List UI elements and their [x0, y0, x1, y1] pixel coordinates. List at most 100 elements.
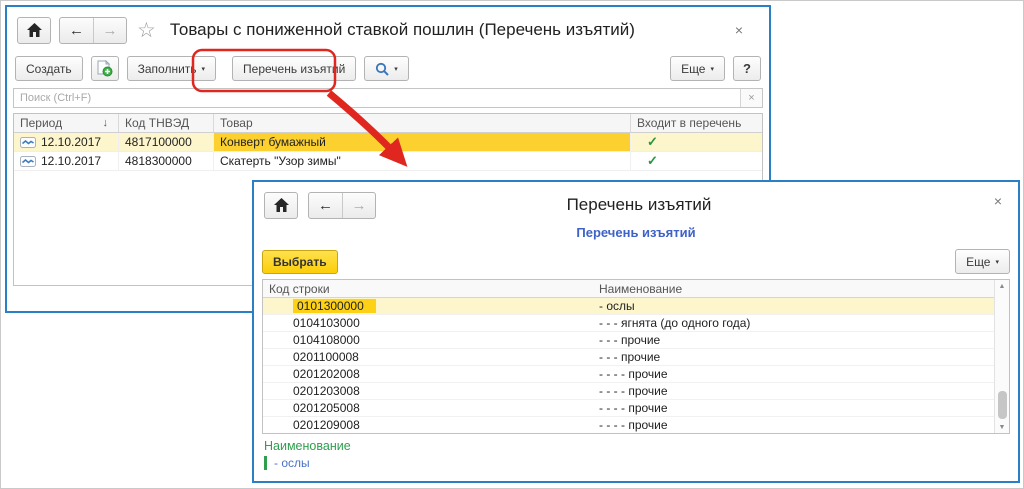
exemptions-table-body: 0101300000 - ослы 0104103000 - - - ягнят… [263, 298, 1009, 434]
create-button[interactable]: Создать [15, 56, 83, 81]
window2-close-icon[interactable]: × [994, 194, 1002, 208]
column-header-rowcode[interactable]: Код строки [263, 280, 593, 297]
help-icon: ? [743, 61, 751, 76]
product-cell-active: Конверт бумажный [214, 133, 631, 151]
rowcode-value: 0201202008 [293, 367, 360, 381]
rowcode-cell: 0201202008 [263, 367, 593, 381]
column-header-product[interactable]: Товар [214, 114, 631, 132]
document-plus-icon [96, 60, 113, 77]
period-cell: 12.10.2017 [14, 133, 119, 151]
list-item[interactable]: 0101300000 - ослы [263, 298, 1009, 315]
name-value: - - - - прочие [599, 401, 668, 415]
product-value: Скатерть "Узор зимы" [220, 154, 341, 168]
product-cell: Скатерть "Узор зимы" [214, 152, 631, 170]
scrollbar-thumb[interactable] [998, 391, 1007, 419]
rowcode-value: 0201100008 [293, 350, 359, 364]
forward-button[interactable]: → [342, 193, 375, 218]
window2-title: Перечень изъятий [390, 195, 888, 215]
rowcode-value: 0104108000 [293, 333, 360, 347]
rowcode-cell: 0201100008 [263, 350, 593, 364]
scroll-up-icon[interactable]: ▲ [999, 280, 1006, 292]
more-button[interactable]: Еще ▾ [955, 249, 1010, 274]
help-button[interactable]: ? [733, 56, 761, 81]
name-value: - - - - прочие [599, 384, 668, 398]
list-item[interactable]: 0201205008 - - - - прочие [263, 400, 1009, 417]
footer-value-row: - ослы [264, 456, 1008, 470]
select-button[interactable]: Выбрать [262, 250, 338, 274]
table-row[interactable]: 12.10.2017 4817100000 Конверт бумажный ✓ [14, 133, 762, 152]
more-button-label: Еще [681, 62, 705, 76]
list-subtitle: Перечень изъятий [254, 225, 1018, 240]
column-header-name[interactable]: Наименование [593, 280, 993, 297]
rowcode-value: 0101300000 [293, 299, 376, 313]
window1-close-icon[interactable]: × [735, 23, 743, 37]
list-item[interactable]: 0104103000 - - - ягнята (до одного года) [263, 315, 1009, 332]
column-header-period[interactable]: Период ↓ [14, 114, 119, 132]
register-record-icon [20, 156, 36, 167]
chevron-down-icon: ▾ [202, 65, 206, 73]
home-icon [27, 23, 42, 37]
name-value: - ослы [599, 299, 635, 313]
rowcode-value: 0104103000 [293, 316, 360, 330]
name-value: - - - ягнята (до одного года) [599, 316, 750, 330]
list-item[interactable]: 0201209008 - - - - прочие [263, 417, 1009, 434]
vertical-scrollbar[interactable]: ▲ ▼ [994, 280, 1009, 433]
search-input[interactable] [14, 89, 740, 107]
column-header-label: Входит в перечень [637, 116, 741, 130]
check-icon: ✓ [637, 134, 658, 150]
tnved-value: 4818300000 [125, 154, 192, 168]
rowcode-value: 0201209008 [293, 418, 360, 432]
scroll-down-icon[interactable]: ▼ [999, 421, 1006, 433]
list-item[interactable]: 0201202008 - - - - прочие [263, 366, 1009, 383]
exemptions-table-header: Код строки Наименование [263, 280, 1009, 298]
home-button[interactable] [17, 17, 51, 44]
window1-toolbar: Создать Заполнить▾ Перечень изъятий ▾ [7, 56, 769, 81]
chevron-down-icon: ▾ [995, 258, 999, 266]
name-cell: - - - - прочие [593, 367, 993, 381]
period-value: 12.10.2017 [41, 154, 101, 168]
search-menu-button[interactable]: ▾ [364, 56, 409, 81]
back-button[interactable]: ← [60, 18, 93, 43]
favorite-star-icon[interactable]: ☆ [137, 20, 156, 41]
name-value: - - - - прочие [599, 367, 668, 381]
sort-desc-icon: ↓ [103, 117, 113, 129]
forward-button[interactable]: → [93, 18, 126, 43]
column-header-label: Период [20, 116, 62, 130]
column-header-label: Наименование [599, 282, 682, 296]
footer-field-label: Наименование [264, 439, 1008, 453]
name-cell: - - - ягнята (до одного года) [593, 316, 993, 330]
home-icon [274, 198, 289, 212]
column-header-tnved[interactable]: Код ТНВЭД [119, 114, 214, 132]
name-value: - - - прочие [599, 333, 660, 347]
search-clear-icon[interactable]: × [740, 89, 762, 107]
included-cell: ✓ [631, 152, 762, 170]
window1-title: Товары с пониженной ставкой пошлин (Пере… [170, 20, 635, 40]
column-header-included[interactable]: Входит в перечень [631, 114, 762, 132]
more-button-label: Еще [966, 255, 990, 269]
name-cell: - - - прочие [593, 350, 993, 364]
home-button[interactable] [264, 192, 298, 219]
list-item[interactable]: 0201100008 - - - прочие [263, 349, 1009, 366]
more-button[interactable]: Еще▾ [670, 56, 725, 81]
check-icon: ✓ [637, 153, 658, 169]
fill-button[interactable]: Заполнить▾ [127, 56, 216, 81]
tnved-value: 4817100000 [125, 135, 192, 149]
rowcode-cell: 0104108000 [263, 333, 593, 347]
list-item[interactable]: 0104108000 - - - прочие [263, 332, 1009, 349]
rowcode-cell: 0201203008 [263, 384, 593, 398]
column-header-label: Код строки [269, 282, 330, 296]
back-button[interactable]: ← [309, 193, 342, 218]
history-nav: ← → [308, 192, 376, 219]
create-by-copy-button[interactable] [91, 56, 119, 81]
rowcode-value: 0201205008 [293, 401, 360, 415]
window2-header: ← → Перечень изъятий × [254, 182, 1018, 222]
window1-header: ← → ☆ Товары с пониженной ставкой пошлин… [7, 7, 769, 47]
exemptions-list-button[interactable]: Перечень изъятий [232, 56, 356, 81]
forward-icon: → [352, 198, 367, 213]
back-icon: ← [318, 198, 333, 213]
list-item[interactable]: 0201203008 - - - - прочие [263, 383, 1009, 400]
table-row[interactable]: 12.10.2017 4818300000 Скатерть "Узор зим… [14, 152, 762, 171]
search-icon [375, 62, 389, 76]
exemptions-table: Код строки Наименование 0101300000 - осл… [262, 279, 1010, 434]
rowcode-cell: 0201209008 [263, 418, 593, 432]
